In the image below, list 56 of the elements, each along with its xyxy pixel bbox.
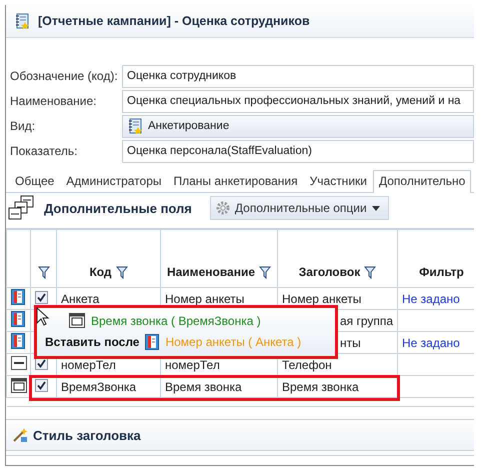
filter-icon xyxy=(38,266,50,279)
notebook-icon xyxy=(127,118,143,134)
table-cell: нты xyxy=(340,336,361,350)
field-label: Наименование: xyxy=(10,94,98,108)
tab[interactable]: Общее xyxy=(9,170,60,192)
input-field[interactable]: Оценка персонала(StaffEvaluation) xyxy=(122,140,474,162)
table-cell: Номер анкеты xyxy=(165,292,244,306)
dragged-item: Время звонка ( ВремяЗвонка ) xyxy=(91,314,261,328)
section-title: Дополнительные поля xyxy=(44,200,192,216)
table-cell: ВремяЗвонка xyxy=(61,380,136,394)
table-cell: Номер анкеты xyxy=(282,292,362,306)
magic-wand-icon xyxy=(12,427,28,443)
input-field[interactable]: Оценка специальных профессиональных знаний, умений и на xyxy=(122,90,474,112)
book-icon xyxy=(145,334,160,350)
dropdown-value: Анкетирование xyxy=(148,120,230,132)
field-label: Вид: xyxy=(10,119,36,133)
fields-stack-icon xyxy=(8,195,36,221)
table-cell: номерТел xyxy=(165,358,220,372)
column-title[interactable]: Заголовок xyxy=(298,265,360,279)
tab[interactable]: Дополнительно xyxy=(372,170,472,193)
tab[interactable]: Администраторы xyxy=(60,170,168,192)
book-icon xyxy=(11,311,25,327)
gear-icon xyxy=(216,201,230,215)
field-label: Показатель: xyxy=(10,144,78,158)
column-title[interactable]: Наименование xyxy=(166,265,256,279)
text-field-icon xyxy=(11,356,27,370)
book-icon xyxy=(11,289,25,305)
tab[interactable]: Планы анкетирования xyxy=(168,170,304,192)
caret-icon xyxy=(372,206,380,210)
input-field[interactable]: Оценка сотрудников xyxy=(122,64,474,88)
table-cell: номерТел xyxy=(61,358,116,372)
table-cell: Время звонка xyxy=(282,380,359,394)
filter-icon xyxy=(364,266,376,278)
table-cell: Анкета xyxy=(61,292,100,306)
section-title: Стиль заголовка xyxy=(33,428,141,442)
field-label: Обозначение (код): xyxy=(10,69,119,83)
target-item: Номер анкеты ( Анкета ) xyxy=(165,335,302,349)
checkbox[interactable] xyxy=(35,378,48,392)
checkbox[interactable] xyxy=(35,290,48,304)
dropdown-field[interactable]: Анкетирование xyxy=(122,114,474,138)
notebook-icon xyxy=(14,13,30,29)
options-button[interactable]: Дополнительные опции xyxy=(210,196,389,220)
book-icon xyxy=(11,333,25,349)
column-title[interactable]: Код xyxy=(89,265,112,279)
table-cell: Телефон xyxy=(282,358,332,372)
cursor-icon xyxy=(36,306,50,326)
calendar-icon xyxy=(69,313,85,328)
calendar-icon xyxy=(11,378,27,392)
table-cell: Время звонка xyxy=(165,380,242,394)
tab[interactable]: Участники xyxy=(304,170,373,192)
window-title: [Отчетные кампании] - Оценка сотрудников xyxy=(38,14,310,28)
action-label: Вставить после xyxy=(45,335,140,349)
table-cell: ая группа xyxy=(340,314,394,328)
filter-icon xyxy=(116,266,128,278)
filter-icon xyxy=(259,266,272,278)
column-title[interactable]: Фильтр xyxy=(419,265,464,279)
